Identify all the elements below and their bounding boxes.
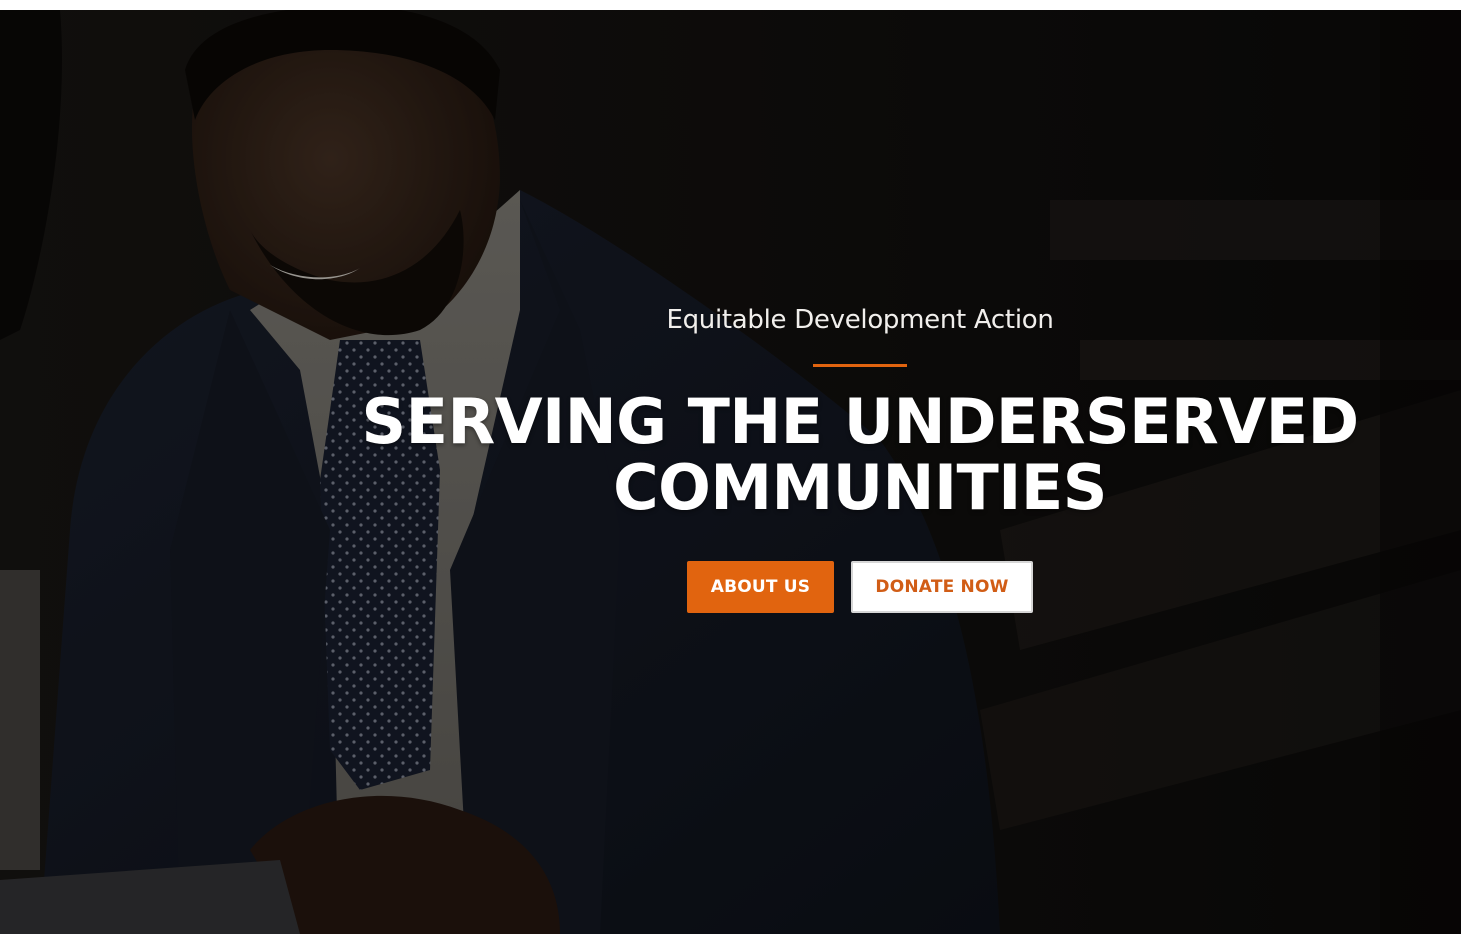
hero-buttons: ABOUT US DONATE NOW xyxy=(300,561,1420,613)
hero-headline-line-2: COMMUNITIES xyxy=(613,451,1107,524)
about-us-button[interactable]: ABOUT US xyxy=(687,561,834,613)
hero-eyebrow: Equitable Development Action xyxy=(666,305,1054,335)
accent-divider xyxy=(813,364,907,367)
donate-now-button[interactable]: DONATE NOW xyxy=(851,561,1033,613)
hero-content: Equitable Development Action SERVING THE… xyxy=(300,300,1420,613)
hero-headline: SERVING THE UNDERSERVED COMMUNITIES xyxy=(300,389,1420,521)
hero-section: Equitable Development Action SERVING THE… xyxy=(0,10,1461,934)
hero-headline-line-1: SERVING THE UNDERSERVED xyxy=(361,385,1359,458)
